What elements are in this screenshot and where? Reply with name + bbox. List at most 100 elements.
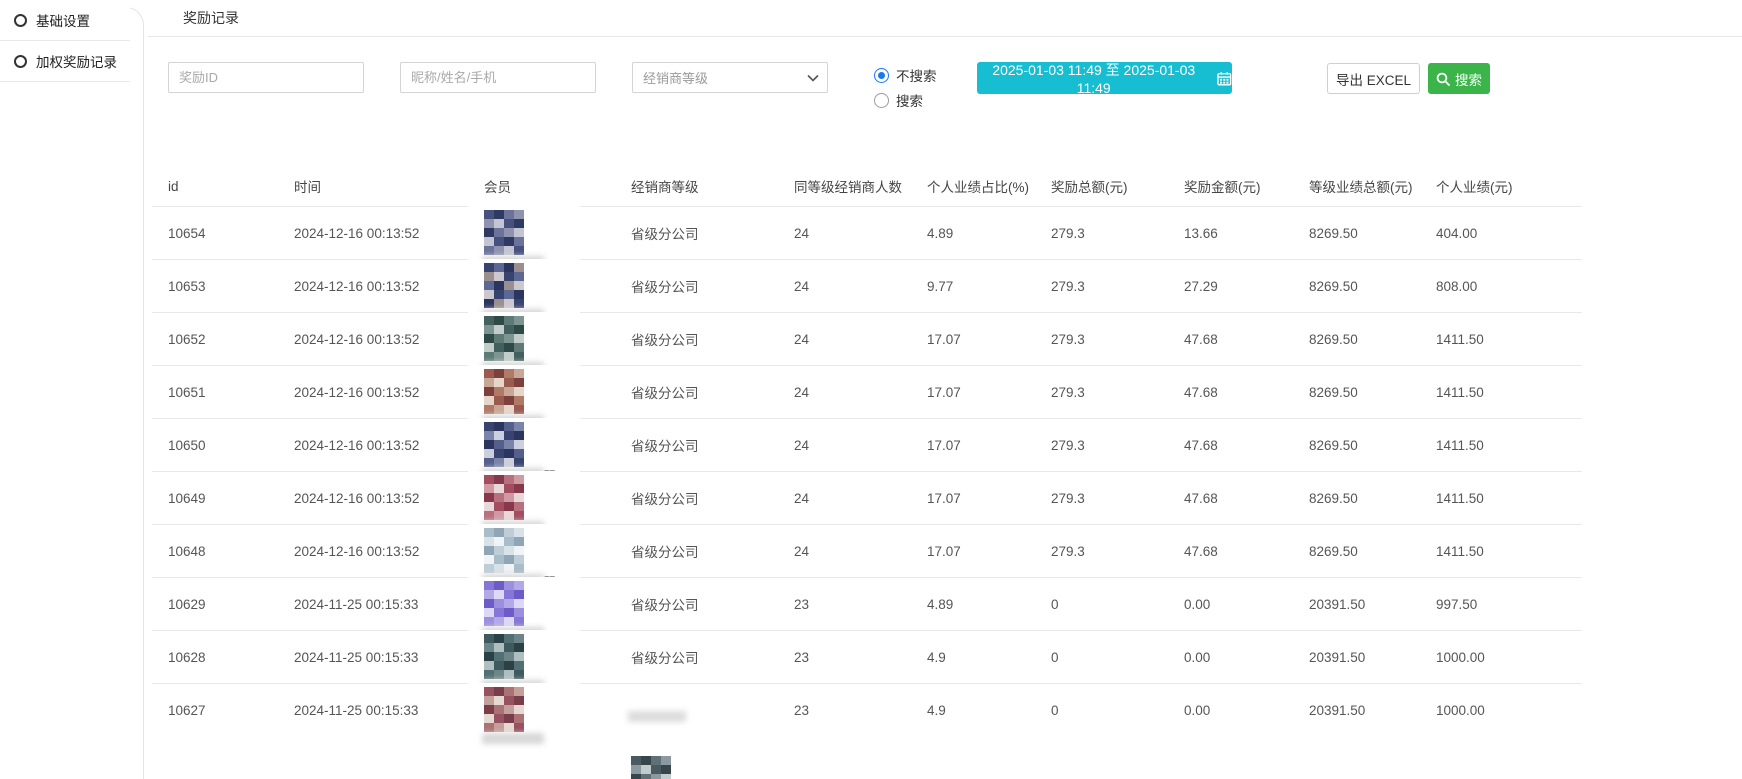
member-avatar [484, 581, 524, 626]
cell-time: 2024-12-16 00:13:52 [290, 525, 480, 578]
sidebar-item-label: 加权奖励记录 [36, 51, 117, 71]
sidebar-item-weighted-reward-records[interactable]: 加权奖励记录 [0, 41, 130, 82]
cell-personal-ratio: 17.07 [923, 472, 1047, 525]
calendar-icon [1217, 71, 1232, 86]
member-avatar [484, 263, 524, 308]
cell-dealer-level: 省级分公司 [627, 207, 790, 260]
cell-member [480, 366, 627, 419]
cell-same-level-count: 24 [790, 472, 923, 525]
cell-same-level-count: 23 [790, 631, 923, 684]
cell-id: 10648 [152, 525, 290, 578]
column-header: 奖励总额(元) [1047, 170, 1180, 207]
column-header: 个人业绩占比(%) [923, 170, 1047, 207]
cell-id: 10653 [152, 260, 290, 313]
dealer-level-select[interactable]: 经销商等级 [632, 62, 828, 93]
cell-personal-ratio: 9.77 [923, 260, 1047, 313]
cell-id: 10649 [152, 472, 290, 525]
cell-reward-amount: 47.68 [1180, 525, 1305, 578]
cell-reward-total: 279.3 [1047, 525, 1180, 578]
cell-member: 码... [480, 525, 627, 578]
member-avatar-partial [631, 756, 671, 779]
cell-time: 2024-12-16 00:13:52 [290, 207, 480, 260]
sidebar-item-basic-settings[interactable]: 基础设置 [0, 0, 130, 41]
cell-personal-total: 1411.50 [1432, 313, 1582, 366]
cell-reward-total: 279.3 [1047, 313, 1180, 366]
column-header: id [152, 170, 290, 207]
nickname-name-phone-input[interactable] [400, 62, 596, 93]
cell-reward-amount: 27.29 [1180, 260, 1305, 313]
cell-member [480, 631, 627, 684]
column-header: 时间 [290, 170, 480, 207]
cell-level-total: 8269.50 [1305, 366, 1432, 419]
cell-time: 2024-12-16 00:13:52 [290, 260, 480, 313]
member-name-blurred [628, 711, 686, 722]
table-row: 10654 2024-12-16 00:13:52 省级分公司 24 4.89 … [152, 207, 1582, 260]
cell-id: 10628 [152, 631, 290, 684]
member-avatar [484, 210, 524, 255]
member-avatar [484, 316, 524, 361]
partial-row-blur [614, 697, 710, 755]
chevron-down-icon [807, 74, 819, 82]
member-name-blurred [482, 733, 544, 744]
cell-personal-ratio: 4.89 [923, 207, 1047, 260]
sidebar-item-label: 基础设置 [36, 10, 90, 30]
column-header: 经销商等级 [627, 170, 790, 207]
cell-level-total: 8269.50 [1305, 207, 1432, 260]
cell-same-level-count: 24 [790, 525, 923, 578]
cell-member [480, 260, 627, 313]
member-avatar [484, 475, 524, 520]
cell-level-total: 8269.50 [1305, 419, 1432, 472]
search-button[interactable]: 搜索 [1428, 63, 1490, 94]
table-body: 10654 2024-12-16 00:13:52 省级分公司 24 4.89 … [152, 207, 1582, 737]
cell-id: 10651 [152, 366, 290, 419]
radio-unselected-icon [874, 93, 889, 108]
reward-id-input[interactable] [168, 62, 364, 93]
cell-same-level-count: 23 [790, 684, 923, 737]
cell-personal-ratio: 17.07 [923, 419, 1047, 472]
cell-member [480, 684, 627, 737]
cell-reward-amount: 47.68 [1180, 366, 1305, 419]
member-avatar [484, 687, 524, 732]
column-header: 等级业绩总额(元) [1305, 170, 1432, 207]
radio-circle-icon [14, 55, 27, 68]
cell-dealer-level: 省级分公司 [627, 366, 790, 419]
member-avatar [484, 369, 524, 414]
date-range-text: 2025-01-03 11:49 至 2025-01-03 11:49 [977, 60, 1210, 96]
cell-id: 10627 [152, 684, 290, 737]
main-content: 奖励记录 经销商等级 不搜索 搜索 [148, 0, 1742, 779]
cell-reward-total: 0 [1047, 578, 1180, 631]
cell-same-level-count: 23 [790, 578, 923, 631]
cell-same-level-count: 24 [790, 260, 923, 313]
cell-dealer-level: 省级分公司 [627, 578, 790, 631]
table-row: 10628 2024-11-25 00:15:33 省级分公司 23 4.9 0… [152, 631, 1582, 684]
cell-reward-total: 279.3 [1047, 207, 1180, 260]
cell-reward-total: 279.3 [1047, 472, 1180, 525]
cell-same-level-count: 24 [790, 207, 923, 260]
radio-no-search-label: 不搜索 [896, 65, 937, 85]
cell-personal-ratio: 4.89 [923, 578, 1047, 631]
cell-id: 10652 [152, 313, 290, 366]
cell-dealer-level: 省级分公司 [627, 525, 790, 578]
table-row: 10652 2024-12-16 00:13:52 省级分公司 24 17.07… [152, 313, 1582, 366]
radio-selected-icon [874, 68, 889, 83]
table-row: 10651 2024-12-16 00:13:52 省级分公司 24 17.07… [152, 366, 1582, 419]
export-excel-button[interactable]: 导出 EXCEL [1327, 63, 1420, 94]
cell-personal-total: 1411.50 [1432, 419, 1582, 472]
cell-reward-total: 0 [1047, 684, 1180, 737]
table-row: 10653 2024-12-16 00:13:52 省级分公司 24 9.77 … [152, 260, 1582, 313]
column-header: 奖励金额(元) [1180, 170, 1305, 207]
cell-personal-ratio: 4.9 [923, 631, 1047, 684]
cell-personal-total: 808.00 [1432, 260, 1582, 313]
cell-same-level-count: 24 [790, 419, 923, 472]
cell-reward-amount: 0.00 [1180, 631, 1305, 684]
cell-member: 码... [480, 419, 627, 472]
app-window: 基础设置 加权奖励记录 奖励记录 经销商等级 不搜索 [0, 0, 1742, 779]
cell-level-total: 8269.50 [1305, 313, 1432, 366]
cell-id: 10629 [152, 578, 290, 631]
cell-personal-total: 1000.00 [1432, 684, 1582, 737]
date-range-picker-button[interactable]: 2025-01-03 11:49 至 2025-01-03 11:49 [977, 62, 1232, 94]
cell-personal-total: 1411.50 [1432, 366, 1582, 419]
cell-personal-total: 1411.50 [1432, 525, 1582, 578]
cell-time: 2024-12-16 00:13:52 [290, 472, 480, 525]
table-header-row: id时间会员经销商等级同等级经销商人数个人业绩占比(%)奖励总额(元)奖励金额(… [152, 170, 1582, 207]
